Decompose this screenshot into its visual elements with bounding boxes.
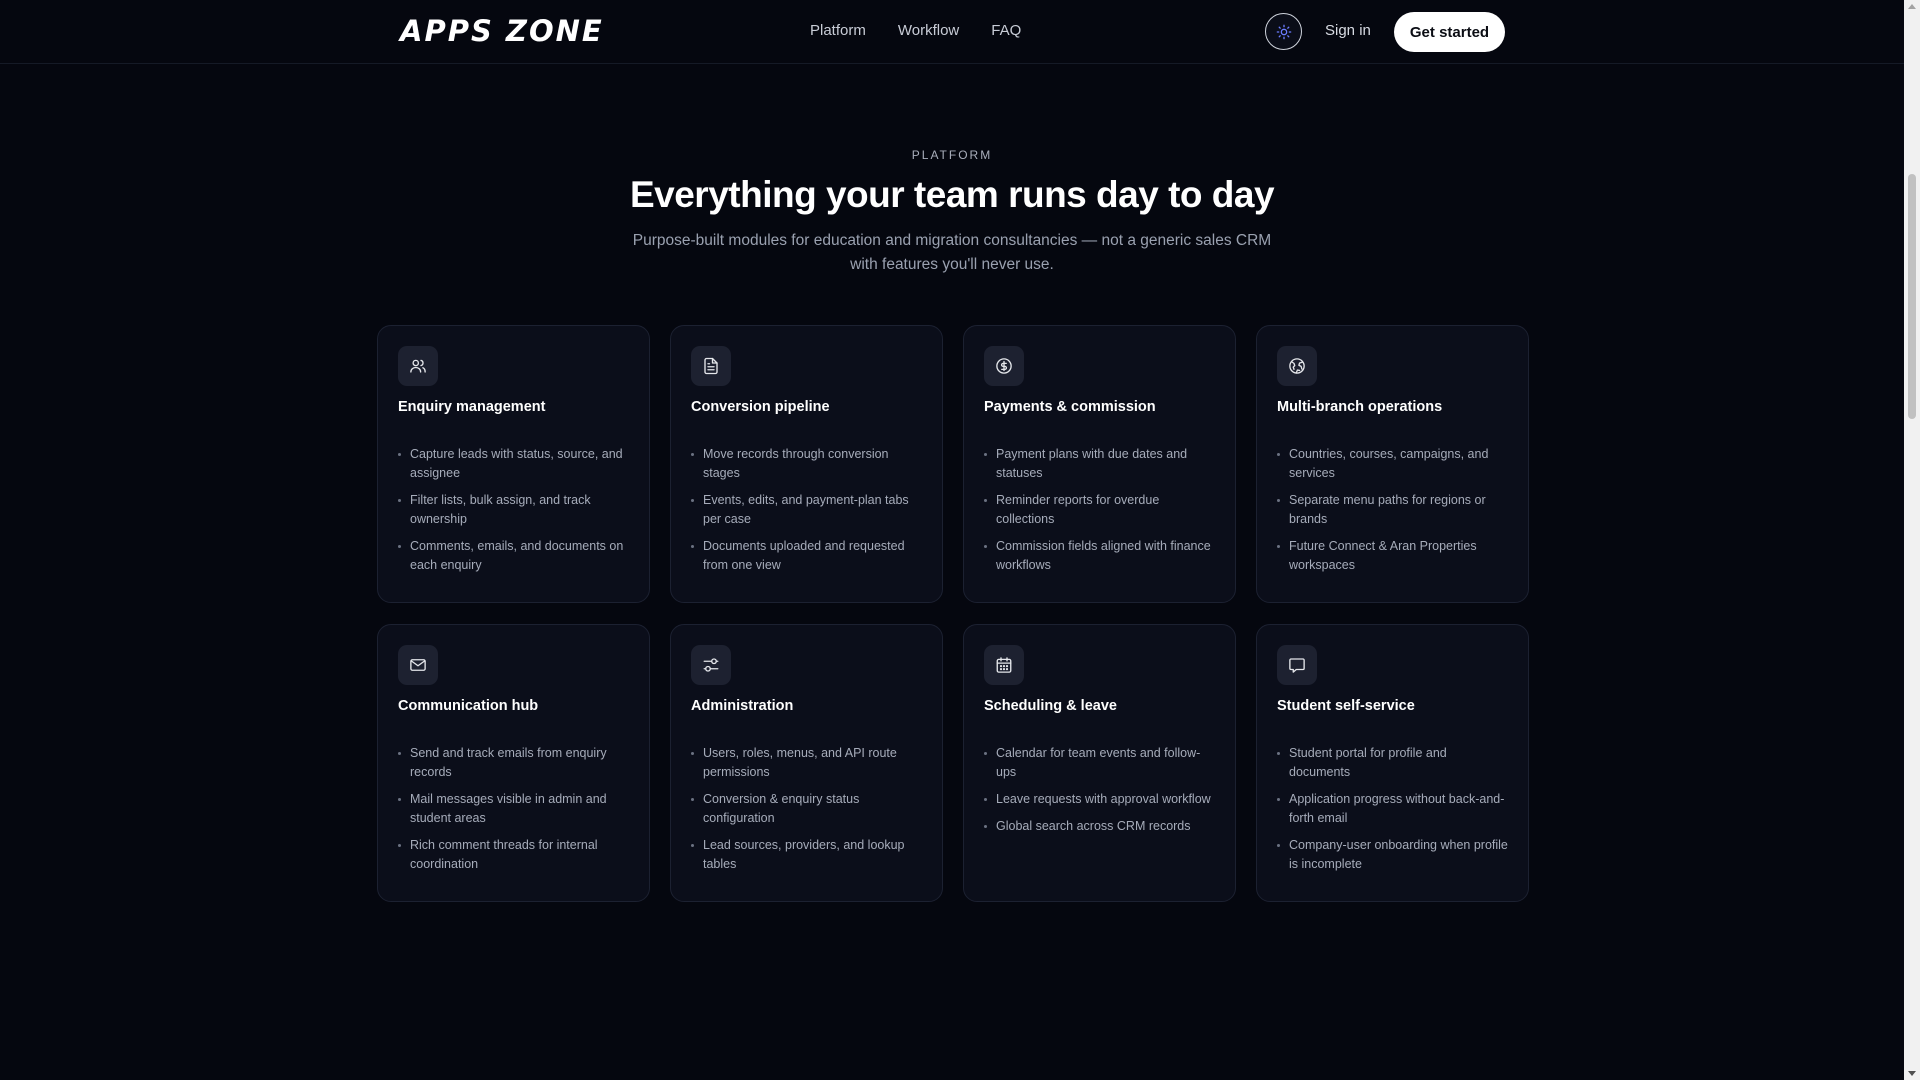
card-title: Administration <box>691 698 794 714</box>
globe-icon <box>1277 346 1317 386</box>
dollar-circle-icon <box>984 346 1024 386</box>
list-item: Rich comment threads for internal coordi… <box>398 836 629 874</box>
list-item: Commission fields aligned with finance w… <box>984 537 1215 575</box>
mail-icon <box>398 645 438 685</box>
vertical-scrollbar[interactable] <box>1904 0 1920 1080</box>
list-item: Countries, courses, campaigns, and servi… <box>1277 445 1508 483</box>
settings-sliders-icon <box>691 645 731 685</box>
calendar-icon <box>984 645 1024 685</box>
section-subtitle: Purpose-built modules for education and … <box>632 232 1272 273</box>
list-item: Separate menu paths for regions or brand… <box>1277 491 1508 529</box>
feature-card: Enquiry management Capture leads with st… <box>377 325 650 603</box>
feature-card: Student self-service Student portal for … <box>1256 624 1529 902</box>
list-item: Application progress without back-and-fo… <box>1277 790 1508 828</box>
site-header: APPS ZONE Platform Workflow FAQ Sign in … <box>0 0 1904 64</box>
card-feature-list: Send and track emails from enquiry recor… <box>398 744 629 874</box>
list-item: Comments, emails, and documents on each … <box>398 537 629 575</box>
section-eyebrow: PLATFORM <box>911 148 993 162</box>
card-feature-list: Capture leads with status, source, and a… <box>398 445 629 575</box>
list-item: Move records through conversion stages <box>691 445 922 483</box>
feature-card: Payments & commission Payment plans with… <box>963 325 1236 603</box>
sun-icon <box>1276 24 1291 39</box>
card-title: Multi-branch operations <box>1277 399 1443 415</box>
card-feature-list: Calendar for team events and follow-ups … <box>984 744 1215 836</box>
nav-workflow[interactable]: Workflow <box>898 22 959 39</box>
get-started-button[interactable]: Get started <box>1394 12 1505 52</box>
list-item: Global search across CRM records <box>984 817 1215 836</box>
card-feature-list: Student portal for profile and documents… <box>1277 744 1508 874</box>
scrollbar-thumb[interactable] <box>1908 174 1916 419</box>
card-title: Student self-service <box>1277 698 1415 714</box>
card-title: Payments & commission <box>984 399 1156 415</box>
list-item: Lead sources, providers, and lookup tabl… <box>691 836 922 874</box>
list-item: Conversion & enquiry status configuratio… <box>691 790 922 828</box>
card-title: Communication hub <box>398 698 539 714</box>
list-item: Mail messages visible in admin and stude… <box>398 790 629 828</box>
nav-faq[interactable]: FAQ <box>991 22 1021 39</box>
list-item: Users, roles, menus, and API route permi… <box>691 744 922 782</box>
logo[interactable]: APPS ZONE <box>400 14 604 48</box>
list-item: Future Connect & Aran Properties workspa… <box>1277 537 1508 575</box>
list-item: Leave requests with approval workflow <box>984 790 1215 809</box>
card-feature-list: Payment plans with due dates and statuse… <box>984 445 1215 575</box>
card-title: Conversion pipeline <box>691 399 830 415</box>
users-icon <box>398 346 438 386</box>
feature-card: Administration Users, roles, menus, and … <box>670 624 943 902</box>
chat-icon <box>1277 645 1317 685</box>
card-title: Enquiry management <box>398 399 546 415</box>
list-item: Reminder reports for overdue collections <box>984 491 1215 529</box>
sign-in-link[interactable]: Sign in <box>1325 22 1371 39</box>
feature-grid: Enquiry management Capture leads with st… <box>377 325 1529 902</box>
scroll-down-arrow-icon[interactable] <box>1908 1071 1916 1076</box>
card-title: Scheduling & leave <box>984 698 1117 714</box>
document-icon <box>691 346 731 386</box>
card-feature-list: Countries, courses, campaigns, and servi… <box>1277 445 1508 575</box>
card-feature-list: Users, roles, menus, and API route permi… <box>691 744 922 874</box>
feature-card: Communication hub Send and track emails … <box>377 624 650 902</box>
main-nav: Platform Workflow FAQ <box>810 22 1021 39</box>
list-item: Student portal for profile and documents <box>1277 744 1508 782</box>
scroll-up-arrow-icon[interactable] <box>1908 4 1916 9</box>
page: APPS ZONE Platform Workflow FAQ Sign in … <box>0 0 1920 1080</box>
list-item: Send and track emails from enquiry recor… <box>398 744 629 782</box>
list-item: Calendar for team events and follow-ups <box>984 744 1215 782</box>
feature-card: Conversion pipeline Move records through… <box>670 325 943 603</box>
theme-toggle-button[interactable] <box>1265 13 1302 50</box>
card-feature-list: Move records through conversion stages E… <box>691 445 922 575</box>
section-title: Everything your team runs day to day <box>629 174 1275 215</box>
list-item: Events, edits, and payment-plan tabs per… <box>691 491 922 529</box>
list-item: Payment plans with due dates and statuse… <box>984 445 1215 483</box>
feature-card: Scheduling & leave Calendar for team eve… <box>963 624 1236 902</box>
feature-card: Multi-branch operations Countries, cours… <box>1256 325 1529 603</box>
nav-platform[interactable]: Platform <box>810 22 866 39</box>
list-item: Documents uploaded and requested from on… <box>691 537 922 575</box>
list-item: Filter lists, bulk assign, and track own… <box>398 491 629 529</box>
list-item: Capture leads with status, source, and a… <box>398 445 629 483</box>
list-item: Company-user onboarding when profile is … <box>1277 836 1508 874</box>
